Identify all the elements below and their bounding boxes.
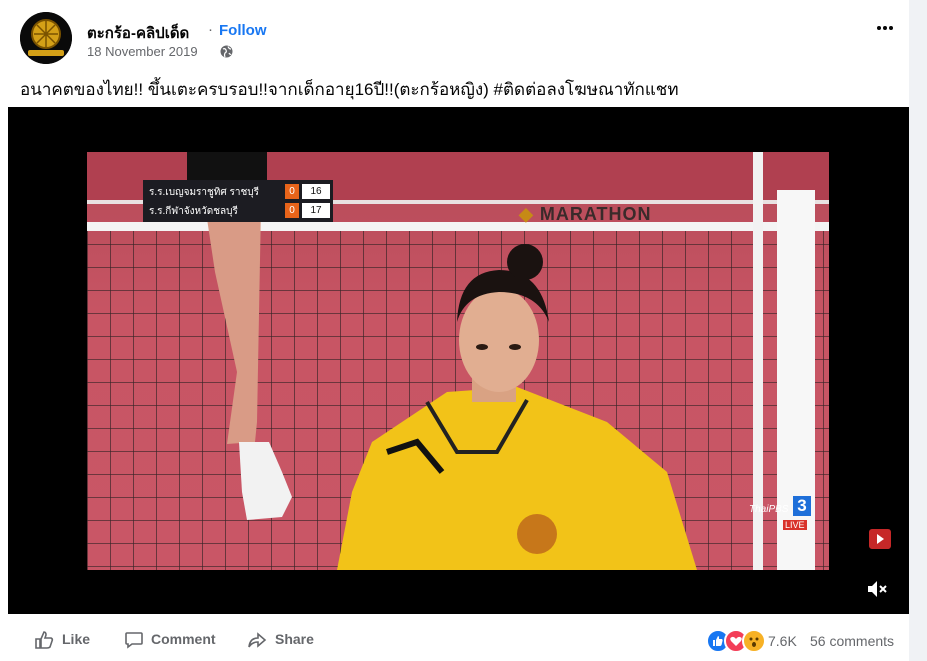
video-frame: ร.ร.เบญจมราชูทิศ ราชบุรี 0 16 ร.ร.กีฬาจั… xyxy=(87,152,829,570)
more-icon[interactable] xyxy=(875,18,895,43)
sponsor-text: MARATHON xyxy=(539,204,652,224)
team-sets: 0 xyxy=(285,184,299,199)
follow-button[interactable]: Follow xyxy=(219,22,267,39)
share-button[interactable]: Share xyxy=(247,628,327,652)
comments-count[interactable]: 56 comments xyxy=(810,633,894,649)
like-button[interactable]: Like xyxy=(34,628,104,652)
sponsor-banner: ◆ MARATHON xyxy=(519,204,652,225)
post-card: ตะกร้อ-คลิปเด็ด · Follow 18 November 201… xyxy=(0,0,909,661)
team-sets: 0 xyxy=(285,203,299,218)
post-caption: อนาคตของไทย!! ขึ้นเตะครบรอบ!!จากเด็กอายุ… xyxy=(20,80,679,99)
separator-dot: · xyxy=(208,21,213,38)
video-player[interactable]: ร.ร.เบญจมราชูทิศ ราชบุรี 0 16 ร.ร.กีฬาจั… xyxy=(8,107,909,614)
like-icon xyxy=(35,631,54,649)
share-label: Share xyxy=(275,631,314,647)
like-label: Like xyxy=(62,631,91,647)
sponsor-logo-icon: ◆ xyxy=(519,204,534,224)
reactions-count: 7.6K xyxy=(768,633,797,649)
share-icon xyxy=(248,632,267,648)
live-badge: LIVE xyxy=(783,520,807,530)
team-name: ร.ร.กีฬาจังหวัดชลบุรี xyxy=(149,206,238,217)
comment-button[interactable]: Comment xyxy=(124,628,224,652)
channel-logo: ThaiPBS 3 LIVE xyxy=(749,482,823,534)
wow-reaction-icon xyxy=(742,629,766,653)
scoreboard-row: ร.ร.เบญจมราชูทิศ ราชบุรี 0 16 xyxy=(149,183,333,200)
team-name: ร.ร.เบญจมราชูทิศ ราชบุรี xyxy=(149,187,260,198)
comment-icon xyxy=(125,632,143,649)
team-points: 17 xyxy=(302,203,330,218)
scoreboard-row: ร.ร.กีฬาจังหวัดชลบุรี 0 17 xyxy=(149,202,333,219)
post-date[interactable]: 18 November 2019 xyxy=(87,44,198,59)
page-avatar[interactable] xyxy=(20,12,72,64)
post-actions: Like Comment Share 7.6K 56 comments xyxy=(0,614,909,661)
scoreboard: ร.ร.เบญจมราชูทิศ ราชบุรี 0 16 ร.ร.กีฬาจั… xyxy=(143,180,333,222)
channel-name: ThaiPBS xyxy=(749,504,789,515)
comment-label: Comment xyxy=(151,631,216,647)
channel-number: 3 xyxy=(793,496,811,516)
mute-icon[interactable] xyxy=(865,577,889,606)
page-name[interactable]: ตะกร้อ-คลิปเด็ด xyxy=(87,21,189,45)
youtube-icon[interactable] xyxy=(869,529,891,549)
globe-icon xyxy=(220,45,233,63)
team-points: 16 xyxy=(302,184,330,199)
